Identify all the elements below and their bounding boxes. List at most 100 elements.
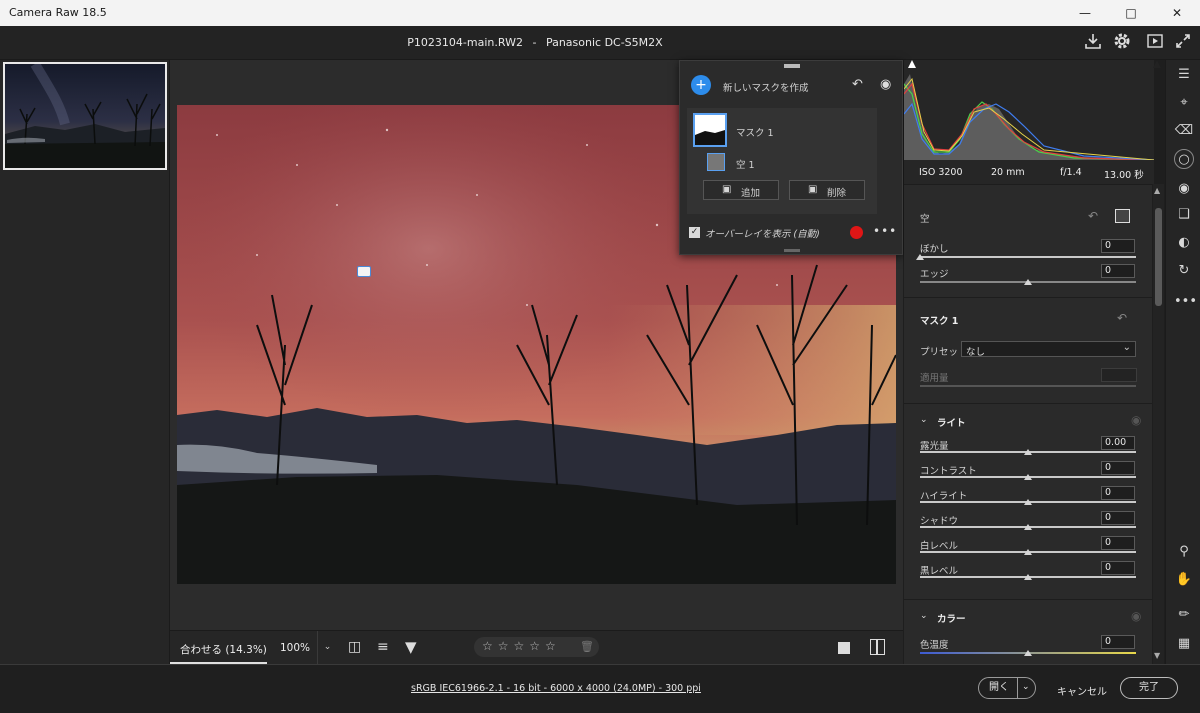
light-slider-value-field[interactable]: 0 (1101, 536, 1135, 550)
cancel-button[interactable]: キャンセル (1057, 683, 1107, 698)
light-slider-value-field[interactable]: 0 (1101, 486, 1135, 500)
sky-reset-icon[interactable]: ↶ (1088, 209, 1098, 223)
mask-thumbnail[interactable] (693, 113, 727, 147)
compare-view-icon[interactable] (870, 639, 885, 655)
settings-gear-icon[interactable] (1111, 32, 1133, 54)
more-options-icon[interactable]: ••• (873, 224, 897, 238)
done-button[interactable]: 完了 (1120, 677, 1178, 699)
eraser-icon[interactable]: ⌫ (1174, 121, 1194, 141)
mask-name[interactable]: マスク 1 (736, 125, 774, 139)
light-slider-thumb[interactable] (1024, 574, 1032, 580)
open-label[interactable]: 開く (989, 678, 1009, 698)
crop-view-icon[interactable] (838, 642, 850, 654)
invert-mask-icon[interactable] (1115, 209, 1130, 223)
color-visibility-eye-icon[interactable]: ◉ (1131, 609, 1141, 623)
scroll-down-icon[interactable]: ▼ (1154, 651, 1160, 660)
mask-pin-icon[interactable] (357, 266, 371, 277)
fit-view-label: 合わせる (14.3%) (180, 644, 267, 656)
slideshow-icon[interactable] (1144, 32, 1166, 54)
overlay-color-swatch[interactable] (850, 226, 863, 239)
done-label: 完了 (1139, 682, 1159, 693)
open-dropdown-chevron-icon[interactable]: ⌄ (1022, 677, 1030, 697)
save-icon[interactable] (1082, 32, 1104, 54)
edge-slider-thumb[interactable] (1024, 279, 1032, 285)
create-mask-label[interactable]: 新しいマスクを作成 (723, 80, 809, 94)
light-slider-thumb[interactable] (1024, 524, 1032, 530)
color-section-title[interactable]: カラー (937, 611, 966, 625)
drag-handle[interactable] (784, 64, 800, 68)
mask-reset-icon[interactable]: ↶ (1117, 311, 1127, 325)
feather-label: ぼかし (920, 244, 949, 255)
edge-value-field[interactable]: 0 (1101, 264, 1135, 278)
light-slider-value-field[interactable]: 0 (1101, 561, 1135, 575)
redeye-icon[interactable]: ◉ (1174, 179, 1194, 199)
light-section-title[interactable]: ライト (937, 415, 966, 429)
footer: sRGB IEC61966-2.1 - 16 bit - 6000 x 4000… (0, 664, 1200, 713)
open-split-button[interactable]: 開く ⌄ (978, 677, 1036, 699)
light-slider-thumb[interactable] (1024, 499, 1032, 505)
presets-icon[interactable]: ◐ (1174, 233, 1194, 253)
scroll-up-icon[interactable]: ▲ (1154, 186, 1160, 195)
feather-value-field[interactable]: 0 (1101, 239, 1135, 253)
amount-value-field (1101, 368, 1137, 382)
light-slider-value-field[interactable]: 0 (1101, 461, 1135, 475)
sky-component-icon[interactable] (707, 153, 725, 171)
overlay-checkbox[interactable]: ✓ (689, 227, 700, 238)
sort-icon[interactable]: ≡ (377, 639, 389, 655)
fullscreen-icon[interactable] (1172, 32, 1194, 54)
light-collapse-chevron-icon[interactable]: ⌄ (920, 415, 928, 425)
light-slider-value-field[interactable]: 0.00 (1101, 436, 1135, 450)
crop-icon[interactable]: ⌖ (1174, 93, 1194, 113)
trash-icon[interactable]: 🗑 (580, 640, 594, 653)
temperature-value-field[interactable]: 0 (1101, 635, 1135, 649)
adjustment-panel: 空 ↶ ぼかし 0 エッジ 0 マスク 1 ↶ プリセット なし ⌄ 適用量 ⌄… (904, 184, 1152, 664)
snapshot-icon[interactable]: ❑ (1174, 205, 1194, 225)
light-slider-value-field[interactable]: 0 (1101, 511, 1135, 525)
star-icons[interactable]: ☆☆☆☆☆ (482, 639, 561, 653)
highlight-clip-icon[interactable] (1153, 60, 1161, 68)
zoom-dropdown-chevron-icon[interactable]: ⌄ (317, 631, 337, 664)
grid-icon[interactable]: ▦ (1174, 634, 1194, 654)
light-visibility-eye-icon[interactable]: ◉ (1131, 413, 1141, 427)
add-button[interactable]: ▣ 追加 (703, 180, 779, 200)
light-slider-thumb[interactable] (1024, 449, 1032, 455)
mask-list: マスク 1 空 1 ▣ 追加 ▣ 削除 (687, 108, 877, 214)
sky-title: 空 (920, 214, 930, 225)
masking-icon[interactable]: ○ (1174, 149, 1194, 169)
workflow-options-link[interactable]: sRGB IEC61966-2.1 - 16 bit - 6000 x 4000… (411, 683, 701, 694)
hand-pan-icon[interactable]: ✋ (1174, 570, 1194, 590)
zoom-magnifier-icon[interactable]: ⚲ (1174, 542, 1194, 562)
filter-icon[interactable]: ▼ (405, 638, 417, 656)
scrollbar-thumb[interactable] (1155, 208, 1162, 306)
preset-select[interactable]: なし ⌄ (961, 341, 1136, 358)
overlay-label[interactable]: オーバーレイを表示 (自動) (705, 226, 820, 240)
aperture-value: f/1.4 (1060, 167, 1082, 178)
eye-visibility-icon[interactable]: ◉ (880, 77, 891, 92)
component-name[interactable]: 空 1 (736, 157, 755, 171)
filmstrip-thumbnail[interactable] (3, 62, 167, 170)
title-separator: - (532, 36, 537, 49)
light-slider-thumb[interactable] (1024, 474, 1032, 480)
more-tools-icon[interactable]: ••• (1174, 292, 1197, 312)
resize-handle[interactable] (784, 249, 800, 252)
light-slider-thumb[interactable] (1024, 549, 1032, 555)
before-after-icon[interactable]: ◫ (348, 639, 361, 655)
undo-icon[interactable]: ↶ (852, 77, 863, 92)
feather-slider-thumb[interactable] (916, 254, 924, 260)
color-collapse-chevron-icon[interactable]: ⌄ (920, 611, 928, 621)
refresh-icon[interactable]: ↻ (1174, 261, 1194, 281)
minimize-button[interactable]: — (1062, 0, 1108, 26)
feather-slider-track[interactable] (920, 256, 1136, 258)
edit-sliders-icon[interactable]: ☰ (1174, 65, 1194, 85)
eyedropper-icon[interactable]: ✏ (1174, 605, 1194, 625)
subtract-button[interactable]: ▣ 削除 (789, 180, 865, 200)
temperature-slider-thumb[interactable] (1024, 650, 1032, 656)
fit-view-tab[interactable]: 合わせる (14.3%) (170, 631, 267, 664)
create-mask-plus-icon[interactable]: + (691, 75, 711, 95)
rating-stars[interactable]: ☆☆☆☆☆ 🗑 (474, 637, 599, 657)
maximize-button[interactable]: □ (1108, 0, 1154, 26)
close-window-button[interactable]: ✕ (1154, 0, 1200, 26)
zoom-100-label[interactable]: 100% (280, 642, 310, 654)
iso-value: ISO 3200 (919, 167, 963, 178)
panel-scrollbar[interactable]: ▲ ▼ (1153, 184, 1164, 664)
